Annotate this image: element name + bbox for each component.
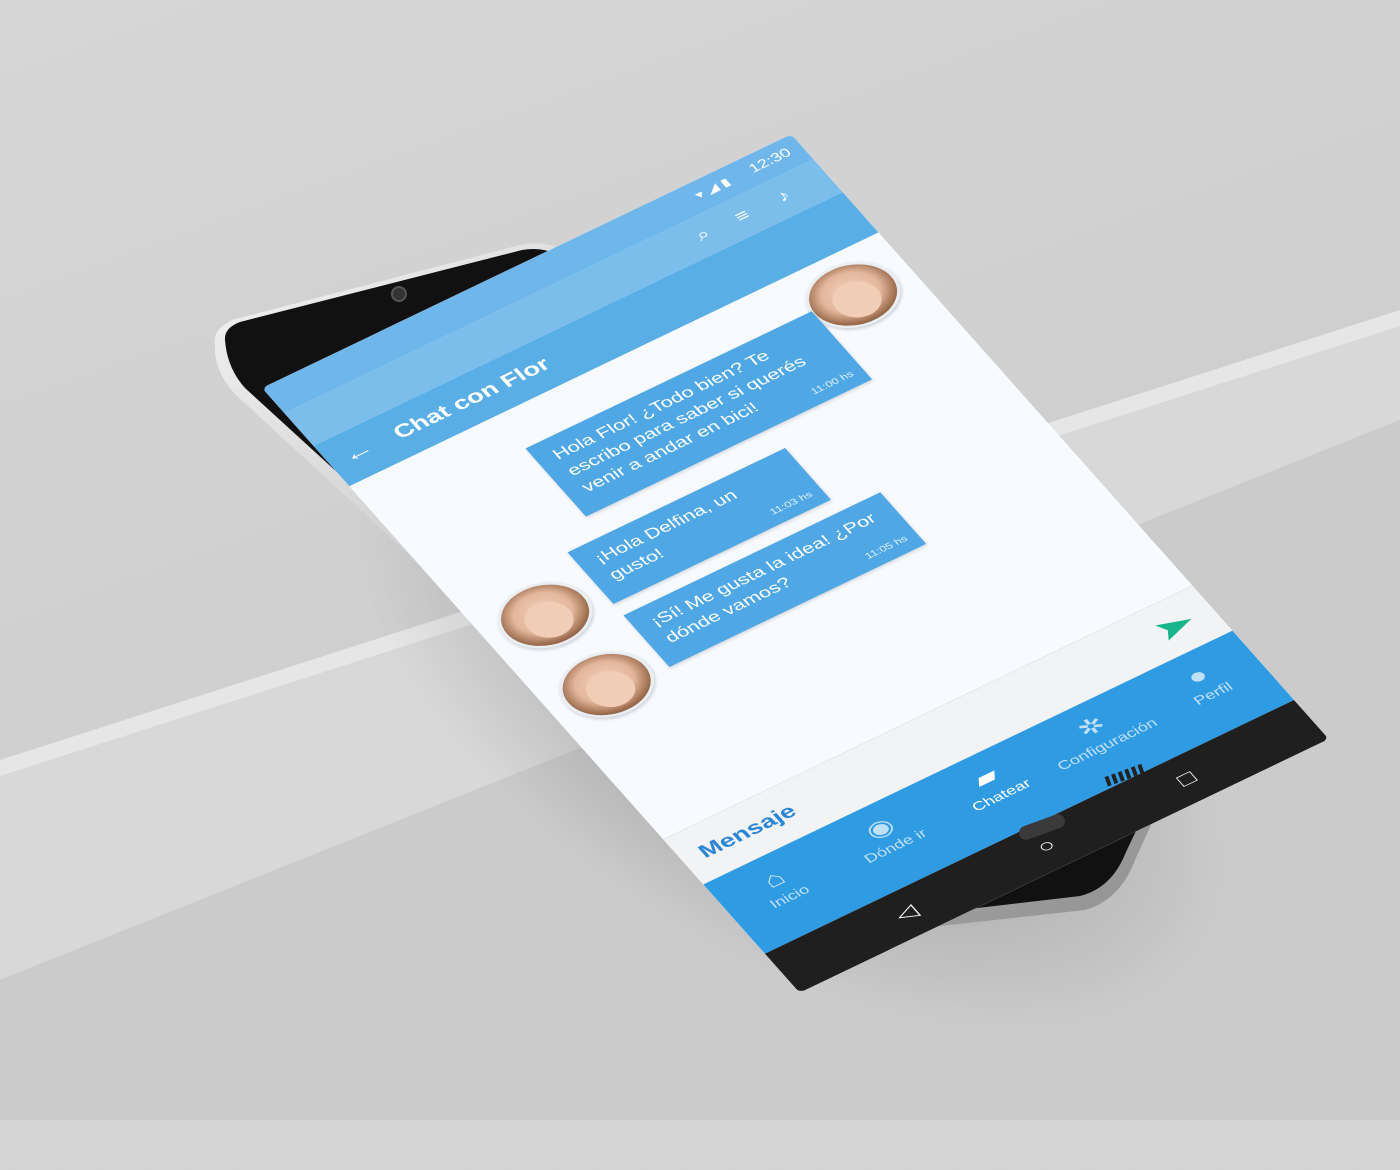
arrow-left-icon[interactable]: ←	[335, 435, 380, 468]
recents-square-icon[interactable]: □	[1161, 760, 1213, 797]
back-triangle-icon[interactable]: ◁	[881, 895, 933, 932]
front-camera	[393, 288, 405, 300]
status-icons: ▾◢▮	[691, 173, 737, 201]
bell-icon[interactable]: ♪	[765, 183, 805, 212]
avatar	[480, 569, 610, 662]
filter-icon[interactable]: ≡	[723, 203, 763, 232]
send-arrow-icon[interactable]	[1145, 604, 1207, 648]
phone: ▾◢▮ 12:30 ⌕ ≡ ♪ ← Chat con Flor Hola Flo…	[0, 0, 1400, 1120]
search-icon[interactable]: ⌕	[684, 222, 724, 251]
avatar	[542, 638, 672, 731]
